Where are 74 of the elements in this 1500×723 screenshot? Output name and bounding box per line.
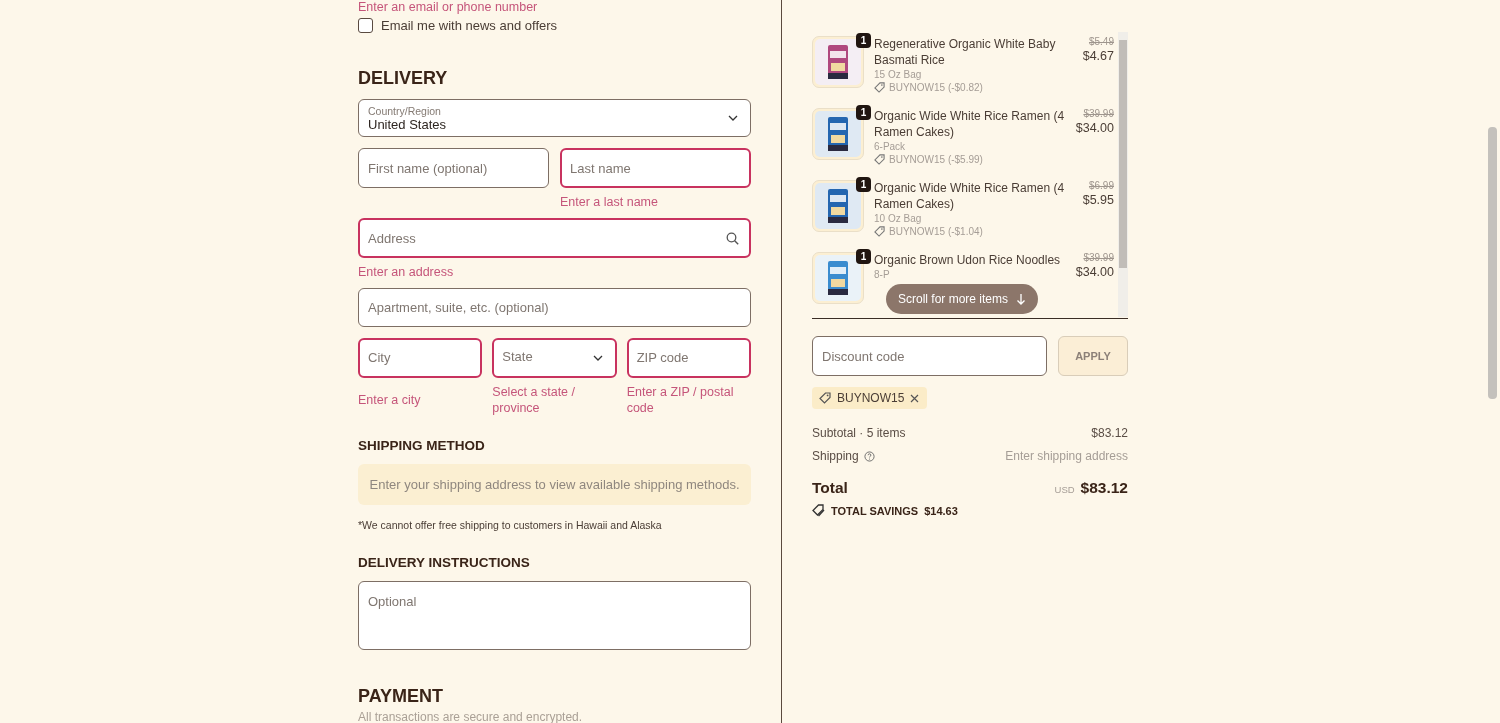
discount-code: BUYNOW15: [837, 391, 905, 405]
error-message: Select a state / province: [492, 383, 576, 416]
scroll-hint-button[interactable]: Scroll for more items: [886, 284, 1039, 314]
subtotal-label: Subtotal · 5 items: [812, 426, 906, 440]
shipping-value: Enter shipping address: [1005, 449, 1128, 463]
price: $5.95: [1082, 193, 1114, 207]
currency-label: USD: [1054, 484, 1075, 495]
country-select[interactable]: Country/Region United States: [358, 99, 751, 138]
select-value: United States: [368, 116, 447, 132]
discount-label: BUYNOW15 (-$1.04): [889, 226, 983, 237]
product-name: Organic Wide White Rice Ramen (4 Ramen Cakes): [874, 180, 1066, 212]
quantity-badge: 1: [856, 33, 871, 48]
section-subtitle: All transactions are secure and encrypted.: [358, 711, 584, 723]
product-name: Organic Wide White Rice Ramen (4 Ramen Cakes): [874, 108, 1066, 140]
text-field[interactable]: City: [358, 337, 483, 378]
error-message: Enter an address: [358, 264, 455, 281]
tag-icon: [874, 226, 885, 237]
total-value: $83.12: [1080, 479, 1128, 496]
savings-label: TOTAL SAVINGS: [831, 504, 919, 517]
text-field[interactable]: ZIP code: [626, 337, 751, 378]
product-variant: 8-P: [874, 269, 891, 280]
checkbox[interactable]: [358, 18, 373, 33]
discount-label: BUYNOW15 (-$0.82): [889, 82, 983, 93]
chevron-down-icon: [592, 354, 603, 361]
state-select[interactable]: State: [492, 337, 617, 378]
product-name: Regenerative Organic White Baby Basmati Rice: [874, 36, 1057, 68]
product-name: Organic Brown Udon Rice Noodles: [874, 252, 1062, 268]
product-variant: 10 Oz Bag: [874, 213, 923, 224]
checkbox-label: Email me with news and offers: [381, 18, 558, 33]
error-message: Enter a city: [358, 391, 422, 408]
section-heading: DELIVERY: [358, 68, 449, 89]
price: $34.00: [1075, 121, 1114, 135]
tag-icon: [819, 392, 831, 404]
price: $34.00: [1075, 265, 1114, 279]
original-price: $6.99: [1087, 180, 1114, 191]
shipping-note: *We cannot offer free shipping to customers in Hawaii and Alaska: [358, 518, 663, 531]
apply-button[interactable]: APPLY: [1058, 336, 1128, 376]
section-heading: PAYMENT: [358, 686, 445, 707]
chevron-down-icon: [728, 115, 738, 122]
help-icon[interactable]: [863, 450, 875, 462]
section-heading: SHIPPING METHOD: [358, 437, 486, 453]
text-field[interactable]: Apartment, suite, etc. (optional): [358, 288, 751, 327]
tags-icon: [812, 504, 825, 517]
total-label: Total: [812, 479, 848, 497]
shipping-notice: Enter your shipping address to view available shipping methods.: [358, 463, 751, 505]
quantity-badge: 1: [856, 105, 871, 120]
discount-label: BUYNOW15 (-$5.99): [889, 154, 983, 165]
error-message: Enter a ZIP / postal code: [626, 383, 735, 416]
original-price: $39.99: [1082, 252, 1114, 263]
close-icon[interactable]: [910, 393, 920, 403]
discount-field[interactable]: Discount code: [812, 336, 1047, 376]
error-message: Enter a last name: [560, 194, 659, 211]
search-icon: [726, 231, 739, 245]
scrollbar[interactable]: [1118, 32, 1128, 317]
subtotal-value: $83.12: [1091, 426, 1128, 440]
product-variant: 6-Pack: [874, 141, 907, 152]
shipping-label: Shipping: [812, 449, 859, 463]
original-price: $5.49: [1087, 36, 1114, 47]
section-heading: DELIVERY INSTRUCTIONS: [358, 554, 531, 570]
tag-icon: [874, 82, 885, 93]
arrow-down-icon: [1016, 293, 1027, 305]
text-field[interactable]: Last name: [560, 148, 751, 189]
quantity-badge: 1: [856, 177, 871, 192]
price: $4.67: [1082, 49, 1114, 63]
product-variant: 15 Oz Bag: [874, 69, 923, 80]
quantity-badge: 1: [856, 249, 871, 264]
text-field[interactable]: First name (optional): [358, 148, 549, 189]
address-field[interactable]: Address: [358, 218, 751, 259]
savings-value: $14.63: [924, 504, 958, 517]
tag-icon: [874, 154, 885, 165]
original-price: $39.99: [1082, 108, 1114, 119]
field-label: Country/Region: [368, 104, 442, 117]
error-message: Enter an email or phone number: [358, 0, 539, 14]
instructions-field[interactable]: Optional: [358, 580, 751, 650]
